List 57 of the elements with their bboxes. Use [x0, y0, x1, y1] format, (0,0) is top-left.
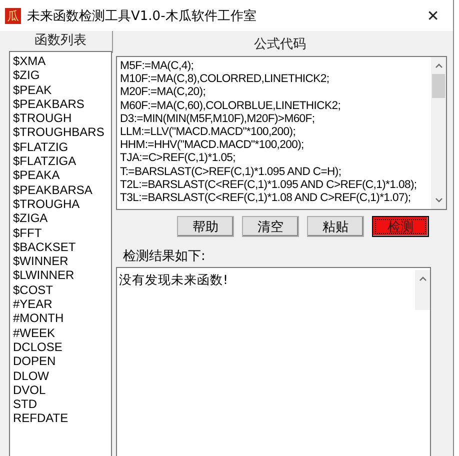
action-button[interactable]: 帮助 — [177, 216, 234, 237]
function-item[interactable]: $FFT — [13, 226, 111, 240]
result-field[interactable]: 没有发现未来函数! — [116, 267, 431, 456]
function-item[interactable]: $TROUGHBARS — [13, 125, 111, 140]
code-line: T2L:=BARSLAST(C<REF(C,1)*1.095 AND C>REF(C,1)*1.08); — [120, 178, 418, 192]
function-item[interactable]: $WINNER — [13, 254, 111, 268]
function-item[interactable]: DCLOSE — [13, 340, 111, 354]
close-button[interactable]: ✕ — [413, 6, 453, 24]
function-item[interactable]: $PEAKBARS — [13, 96, 111, 112]
scroll-up-icon[interactable] — [418, 276, 426, 281]
action-button[interactable]: 清空 — [242, 216, 299, 237]
scroll-up-icon[interactable] — [434, 63, 442, 68]
function-list[interactable]: $XMA $ZIG $PEAK $PEAKBARS $TROUGH $TROUGHBARS $FLATZIG $FLATZIGA $PEAKA $PEAKBARSA $TROUGHA $ZIGA $FFT $BACKSET $WINNER $LWINNER $COST #YEAR #MONTH #WEEK DCLOSE DOPEN DLOW DVOL STD REFDATE — [9, 51, 112, 456]
function-item[interactable]: $BACKSET — [13, 240, 111, 254]
code-line: HHM:=HHV("MACD.MACD"*100,200); — [120, 139, 305, 152]
scroll-down-icon[interactable] — [434, 198, 442, 203]
code-line: M60F:=MA(C,60),COLORBLUE,LINETHICK2; — [120, 100, 342, 113]
code-line: T3L:=BARSLAST(C<REF(C,1)*1.08 AND C>REF(C,1)*1.07); — [120, 192, 412, 206]
function-item[interactable]: #WEEK — [13, 326, 111, 340]
function-item[interactable]: DVOL — [13, 382, 111, 398]
code-line: M5F:=MA(C,4); — [120, 60, 195, 74]
scrollbar[interactable] — [415, 270, 430, 310]
list-header: 函数列表 — [34, 32, 88, 50]
code-editor[interactable] — [116, 56, 447, 210]
code-header: 公式代码 — [112, 31, 447, 53]
code-line: D3:=MIN(MIN(M5F,M10F),M20F)>M60F; — [120, 112, 316, 126]
function-item[interactable]: DOPEN — [13, 354, 111, 369]
function-item[interactable]: $PEAKBARSA — [13, 182, 111, 197]
function-item[interactable]: $FLATZIG — [13, 140, 111, 154]
function-item[interactable]: $LWINNER — [13, 268, 111, 283]
function-item[interactable]: $XMA — [13, 54, 111, 68]
app-icon: 瓜 — [5, 8, 21, 24]
window-title: 未来函数检测工具V1.0-木瓜软件工作室 — [27, 8, 258, 24]
code-line: M20F:=MA(C,20); — [120, 86, 207, 100]
function-item[interactable]: #MONTH — [13, 311, 111, 326]
code-line: TJA:=C>REF(C,1)*1.05; — [120, 152, 236, 166]
function-item[interactable]: $PEAK — [13, 82, 111, 97]
function-item[interactable]: $TROUGHA — [13, 196, 111, 212]
function-item[interactable]: $COST — [13, 282, 111, 298]
code-line: LLM:=LLV("MACD.MACD"*100,200); — [120, 126, 297, 140]
result-label: 检测结果如下: — [122, 248, 206, 264]
function-item[interactable]: REFDATE — [13, 411, 111, 426]
scrollbar[interactable] — [431, 57, 446, 209]
function-item[interactable]: STD — [13, 397, 111, 412]
function-item[interactable]: #YEAR — [13, 297, 111, 312]
code-line: M10F:=MA(C,8),COLORRED,LINETHICK2; — [120, 73, 330, 86]
action-button[interactable]: 粘贴 — [307, 216, 364, 237]
code-line: T:=BARSLAST(C>REF(C,1)*1.095 AND C=H); — [120, 166, 342, 179]
function-item[interactable]: DLOW — [13, 368, 111, 383]
function-item[interactable]: $PEAKA — [13, 168, 111, 183]
scroll-thumb[interactable] — [432, 74, 445, 98]
result-text: 没有发现未来函数! — [118, 271, 230, 289]
check-button[interactable]: 检测 — [372, 216, 429, 237]
function-item[interactable]: $ZIG — [13, 68, 111, 83]
function-item[interactable]: $ZIGA — [13, 211, 111, 226]
function-item[interactable]: $FLATZIGA — [13, 154, 111, 168]
function-item[interactable]: $TROUGH — [13, 111, 111, 126]
